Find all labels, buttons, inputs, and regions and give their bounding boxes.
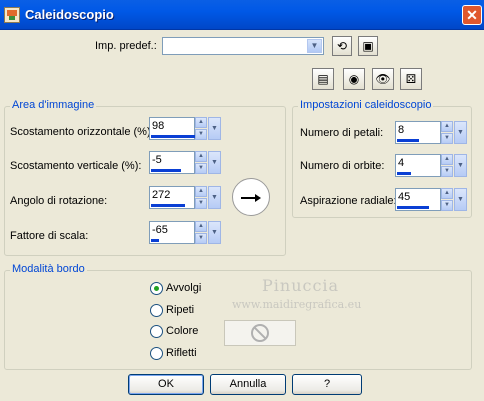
spin-up-icon[interactable]: ▲ xyxy=(441,154,453,165)
radio-wrap[interactable]: Avvolgi xyxy=(150,281,220,297)
radio-color-label[interactable]: Colore xyxy=(166,325,198,337)
spin-down-icon[interactable]: ▼ xyxy=(195,233,207,244)
spin-up-icon[interactable]: ▲ xyxy=(441,188,453,199)
spin-down-icon[interactable]: ▼ xyxy=(441,166,453,177)
watermark-url: www.maidiregrafica.eu xyxy=(232,298,362,311)
orbits-label: Numero di orbite: xyxy=(300,160,385,172)
kaleidoscope-group-title: Impostazioni caleidoscopio xyxy=(298,99,434,111)
eye-icon[interactable]: ◉ xyxy=(343,68,365,90)
scale-factor-bar xyxy=(151,239,159,242)
horizontal-offset-label: Scostamento orizzontale (%): xyxy=(10,126,154,138)
radio-repeat-indicator[interactable] xyxy=(150,304,163,317)
close-button[interactable]: ✕ xyxy=(462,5,482,25)
spin-down-icon[interactable]: ▼ xyxy=(195,198,207,209)
horizontal-offset-bar xyxy=(151,135,195,138)
color-swatch[interactable] xyxy=(224,320,296,346)
help-button[interactable]: ? xyxy=(292,374,362,395)
radio-repeat[interactable]: Ripeti xyxy=(150,303,220,319)
spin-up-icon[interactable]: ▲ xyxy=(195,186,207,197)
rotation-angle-label: Angolo di rotazione: xyxy=(10,195,108,207)
spin-down-icon[interactable]: ▼ xyxy=(441,200,453,211)
cancel-button[interactable]: Annulla xyxy=(210,374,286,395)
radial-suction-label: Aspirazione radiale: xyxy=(300,195,397,207)
vertical-offset-field[interactable]: -5 ▲ ▼ ▼ xyxy=(149,151,221,174)
radio-color[interactable]: Colore xyxy=(150,324,220,340)
orbits-value[interactable]: 4 xyxy=(398,157,404,169)
spin-up-icon[interactable]: ▲ xyxy=(441,121,453,132)
scale-factor-field[interactable]: -65 ▲ ▼ ▼ xyxy=(149,221,221,244)
presets-dropdown[interactable]: ▼ xyxy=(162,37,324,55)
horizontal-offset-value[interactable]: 98 xyxy=(152,120,164,132)
chevron-down-icon[interactable]: ▼ xyxy=(208,186,221,209)
vertical-offset-label: Scostamento verticale (%): xyxy=(10,160,142,172)
chevron-down-icon[interactable]: ▼ xyxy=(454,121,467,144)
radio-reflect-indicator[interactable] xyxy=(150,347,163,360)
radio-reflect[interactable]: Rifletti xyxy=(150,346,220,362)
radio-wrap-indicator[interactable] xyxy=(150,282,163,295)
radio-reflect-label[interactable]: Rifletti xyxy=(166,347,197,359)
rotation-angle-value[interactable]: 272 xyxy=(152,189,170,201)
rotation-dial[interactable] xyxy=(232,178,270,216)
area-group-title: Area d'immagine xyxy=(10,99,97,111)
arrow-right-icon xyxy=(255,194,261,202)
spin-down-icon[interactable]: ▼ xyxy=(441,133,453,144)
spin-up-icon[interactable]: ▲ xyxy=(195,151,207,162)
spin-up-icon[interactable]: ▲ xyxy=(195,221,207,232)
watermark-name: Pinuccia xyxy=(262,276,340,295)
chevron-down-icon[interactable]: ▼ xyxy=(208,151,221,174)
chevron-down-icon[interactable]: ▼ xyxy=(454,154,467,177)
scale-factor-label: Fattore di scala: xyxy=(10,230,89,242)
orbits-bar xyxy=(397,172,411,175)
radio-repeat-label[interactable]: Ripeti xyxy=(166,304,194,316)
petals-field[interactable]: 8 ▲ ▼ ▼ xyxy=(395,121,467,144)
radial-suction-value[interactable]: 45 xyxy=(398,191,410,203)
chevron-down-icon[interactable]: ▼ xyxy=(208,117,221,140)
vertical-offset-value[interactable]: -5 xyxy=(152,154,162,166)
window-icon[interactable]: ▤ xyxy=(312,68,334,90)
no-symbol-icon xyxy=(251,324,269,342)
radial-suction-field[interactable]: 45 ▲ ▼ ▼ xyxy=(395,188,467,211)
chevron-down-icon[interactable]: ▼ xyxy=(208,221,221,244)
spin-down-icon[interactable]: ▼ xyxy=(195,163,207,174)
chevron-down-icon[interactable]: ▼ xyxy=(307,39,322,53)
radio-wrap-label[interactable]: Avvolgi xyxy=(166,282,201,294)
edge-mode-group-title: Modalità bordo xyxy=(10,263,87,275)
spin-down-icon[interactable]: ▼ xyxy=(195,129,207,140)
scale-factor-value[interactable]: -65 xyxy=(152,224,168,236)
rotation-angle-bar xyxy=(151,204,185,207)
dice-icon[interactable]: ⚄ xyxy=(400,68,422,90)
window-title: Caleidoscopio xyxy=(25,7,114,22)
ok-button[interactable]: OK xyxy=(128,374,204,395)
presets-label: Imp. predef.: xyxy=(95,40,157,52)
radial-suction-bar xyxy=(397,206,429,209)
petals-bar xyxy=(397,139,419,142)
horizontal-offset-field[interactable]: 98 ▲ ▼ ▼ xyxy=(149,117,221,140)
reset-icon[interactable]: ⟲ xyxy=(332,36,352,56)
title-bar: Caleidoscopio ✕ xyxy=(0,0,484,30)
petals-label: Numero di petali: xyxy=(300,127,384,139)
spin-up-icon[interactable]: ▲ xyxy=(195,117,207,128)
vertical-offset-bar xyxy=(151,169,181,172)
app-icon xyxy=(4,7,20,23)
chevron-down-icon[interactable]: ▼ xyxy=(454,188,467,211)
radio-color-indicator[interactable] xyxy=(150,325,163,338)
save-icon[interactable]: ▣ xyxy=(358,36,378,56)
rotation-angle-field[interactable]: 272 ▲ ▼ ▼ xyxy=(149,186,221,209)
petals-value[interactable]: 8 xyxy=(398,124,404,136)
eye-open-icon[interactable]: 👁 xyxy=(372,68,394,90)
orbits-field[interactable]: 4 ▲ ▼ ▼ xyxy=(395,154,467,177)
